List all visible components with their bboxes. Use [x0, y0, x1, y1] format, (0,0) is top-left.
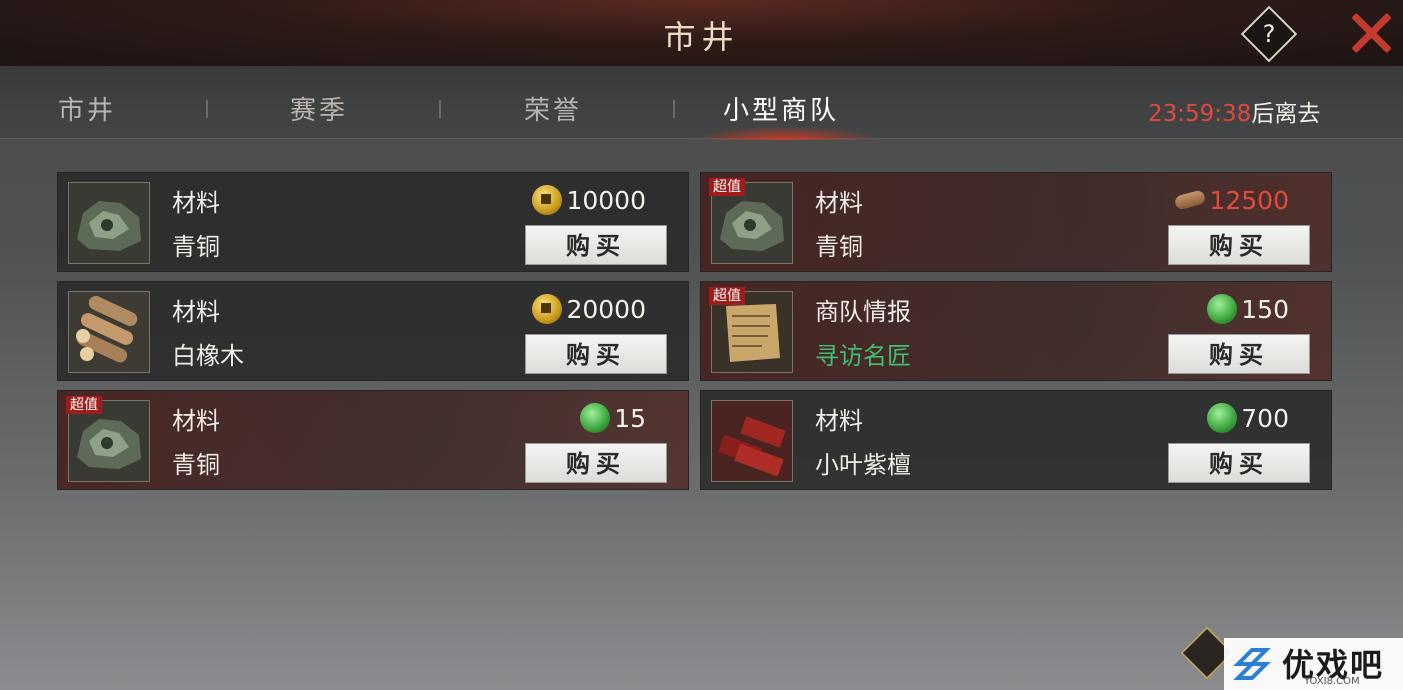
timer-suffix: 后离去 [1251, 101, 1321, 127]
help-icon: ? [1262, 20, 1276, 48]
tab-honor[interactable]: 荣誉 [524, 90, 582, 127]
item-category: 材料 [172, 407, 220, 435]
tab-bar: 市井 赛季 荣誉 小型商队 23:59:38后离去 [0, 66, 1403, 140]
item-name: 寻访名匠 [815, 342, 911, 370]
tab-shijing[interactable]: 市井 [58, 90, 116, 127]
top-bar: 市井 ? [0, 0, 1403, 67]
timer-time: 23:59:38 [1148, 101, 1252, 127]
price-value: 10000 [566, 185, 646, 215]
value-badge: 超值 [709, 287, 745, 305]
item-price: 15 [580, 403, 646, 433]
item-category: 商队情报 [815, 298, 911, 326]
buy-button[interactable]: 购买 [525, 443, 667, 483]
copper-coin-icon [532, 294, 563, 324]
value-badge: 超值 [66, 396, 102, 414]
buy-button[interactable]: 购买 [1168, 443, 1310, 483]
buy-button[interactable]: 购买 [525, 225, 667, 265]
white-oak-icon [68, 291, 150, 373]
price-value: 150 [1241, 294, 1289, 324]
item-category: 材料 [815, 189, 863, 217]
shop-item: 超值 商队情报 寻访名匠 150 购买 [700, 281, 1332, 381]
item-price: 10000 [532, 185, 646, 215]
wood-log-icon [1174, 185, 1207, 215]
buy-button[interactable]: 购买 [1168, 334, 1310, 374]
item-name: 青铜 [172, 451, 220, 479]
item-price: 12500 [1174, 185, 1289, 215]
site-watermark: 优戏吧 YOXI8.COM [1180, 626, 1403, 690]
price-value: 12500 [1209, 185, 1289, 215]
page-title: 市井 [663, 18, 740, 56]
watermark-subtext: YOXI8.COM [1304, 676, 1360, 687]
departure-timer: 23:59:38后离去 [1148, 94, 1320, 128]
bronze-ore-icon [68, 182, 150, 264]
shop-item: 超值 材料 青铜 12500 购买 [700, 172, 1332, 272]
item-name: 小叶紫檀 [815, 451, 911, 479]
tab-season[interactable]: 赛季 [290, 90, 348, 127]
active-tab-indicator [690, 126, 880, 140]
tab-divider [673, 100, 675, 118]
watermark-box: 优戏吧 YOXI8.COM [1224, 638, 1403, 690]
jade-icon [1207, 403, 1238, 433]
item-price: 700 [1207, 403, 1289, 433]
tab-small-caravan[interactable]: 小型商队 [723, 90, 839, 127]
tab-divider [206, 100, 208, 118]
item-price: 20000 [532, 294, 646, 324]
buy-button[interactable]: 购买 [525, 334, 667, 374]
item-category: 材料 [172, 189, 220, 217]
copper-coin-icon [532, 185, 563, 215]
buy-button[interactable]: 购买 [1168, 225, 1310, 265]
price-value: 20000 [566, 294, 646, 324]
shop-item: 超值 材料 青铜 15 购买 [57, 390, 689, 490]
shop-item: 材料 白橡木 20000 购买 [57, 281, 689, 381]
item-category: 材料 [172, 298, 220, 326]
item-name: 白橡木 [172, 342, 244, 370]
value-badge: 超值 [709, 178, 745, 196]
item-category: 材料 [815, 407, 863, 435]
red-sandalwood-icon [711, 400, 793, 482]
price-value: 700 [1241, 403, 1289, 433]
shop-item: 材料 小叶紫檀 700 购买 [700, 390, 1332, 490]
item-name: 青铜 [815, 233, 863, 261]
jade-icon [580, 403, 611, 433]
item-name: 青铜 [172, 233, 220, 261]
tab-divider [439, 100, 441, 118]
site-logo-icon [1233, 648, 1271, 680]
price-value: 15 [614, 403, 646, 433]
close-icon[interactable] [1348, 10, 1394, 56]
shop-item: 材料 青铜 10000 购买 [57, 172, 689, 272]
item-price: 150 [1207, 294, 1289, 324]
jade-icon [1207, 294, 1238, 324]
